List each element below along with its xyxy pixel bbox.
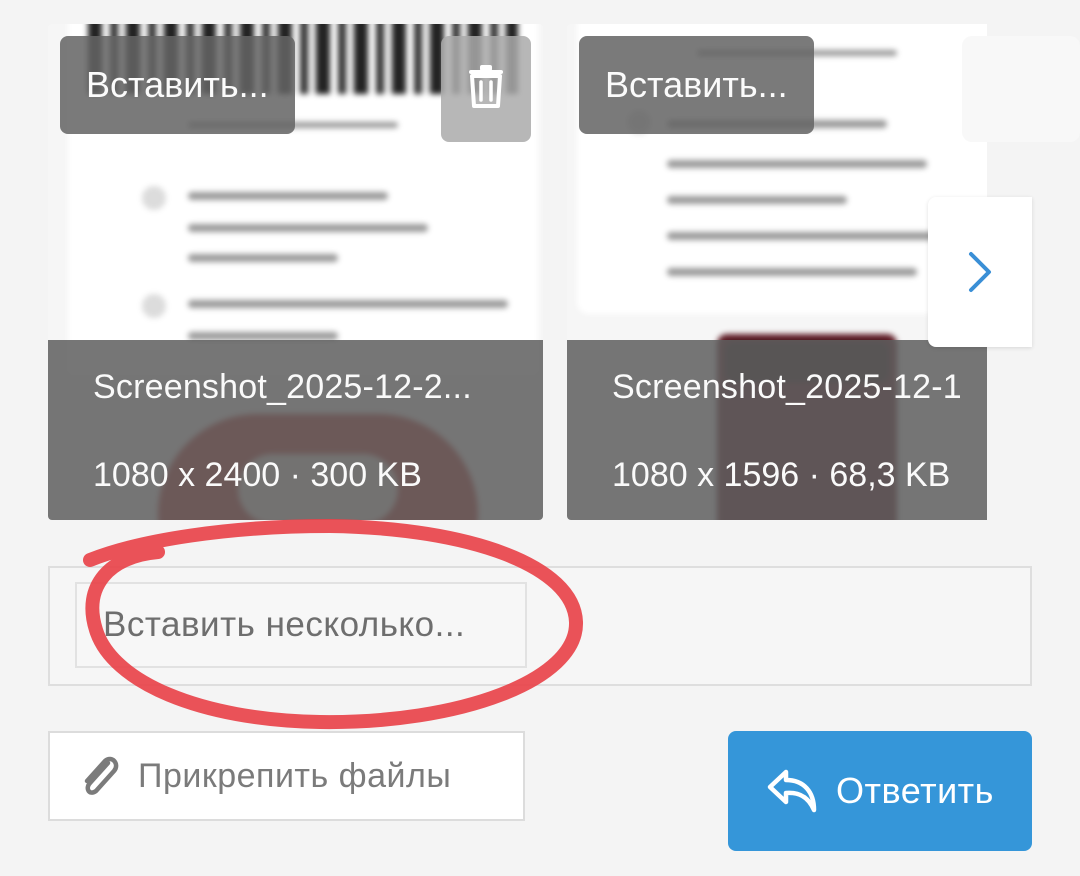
attachment-file-name: Screenshot_2025-12-2...	[93, 368, 472, 406]
delete-attachment-button[interactable]	[441, 36, 531, 142]
insert-attachment-button[interactable]: Вставить...	[579, 36, 814, 134]
attachment-carousel: Screenshot_2025-12-2... 1080 x 2400 · 30…	[0, 0, 1080, 530]
reply-label: Ответить	[836, 770, 994, 811]
next-card-peek	[962, 36, 1080, 142]
paperclip-icon	[84, 756, 119, 795]
insert-attachment-button[interactable]: Вставить...	[60, 36, 295, 134]
attachment-file-meta: 1080 x 2400 · 300 KB	[93, 456, 422, 494]
attachment-file-name: Screenshot_2025-12-1	[612, 368, 962, 406]
trash-icon	[469, 65, 503, 108]
reply-button[interactable]: Ответить	[728, 731, 1032, 851]
attachment-info: Screenshot_2025-12-2... 1080 x 2400 · 30…	[48, 340, 543, 520]
attachment-file-meta: 1080 x 1596 · 68,3 KB	[612, 456, 951, 494]
attach-files-label: Прикрепить файлы	[138, 756, 452, 795]
reply-arrow-icon	[767, 769, 817, 813]
attachment-info: Screenshot_2025-12-1 1080 x 1596 · 68,3 …	[567, 340, 987, 520]
chevron-right-icon	[969, 252, 991, 292]
insert-multiple-button[interactable]: Вставить несколько...	[75, 582, 527, 668]
attach-files-button[interactable]: Прикрепить файлы	[48, 731, 525, 821]
carousel-next-button[interactable]	[928, 197, 1032, 347]
